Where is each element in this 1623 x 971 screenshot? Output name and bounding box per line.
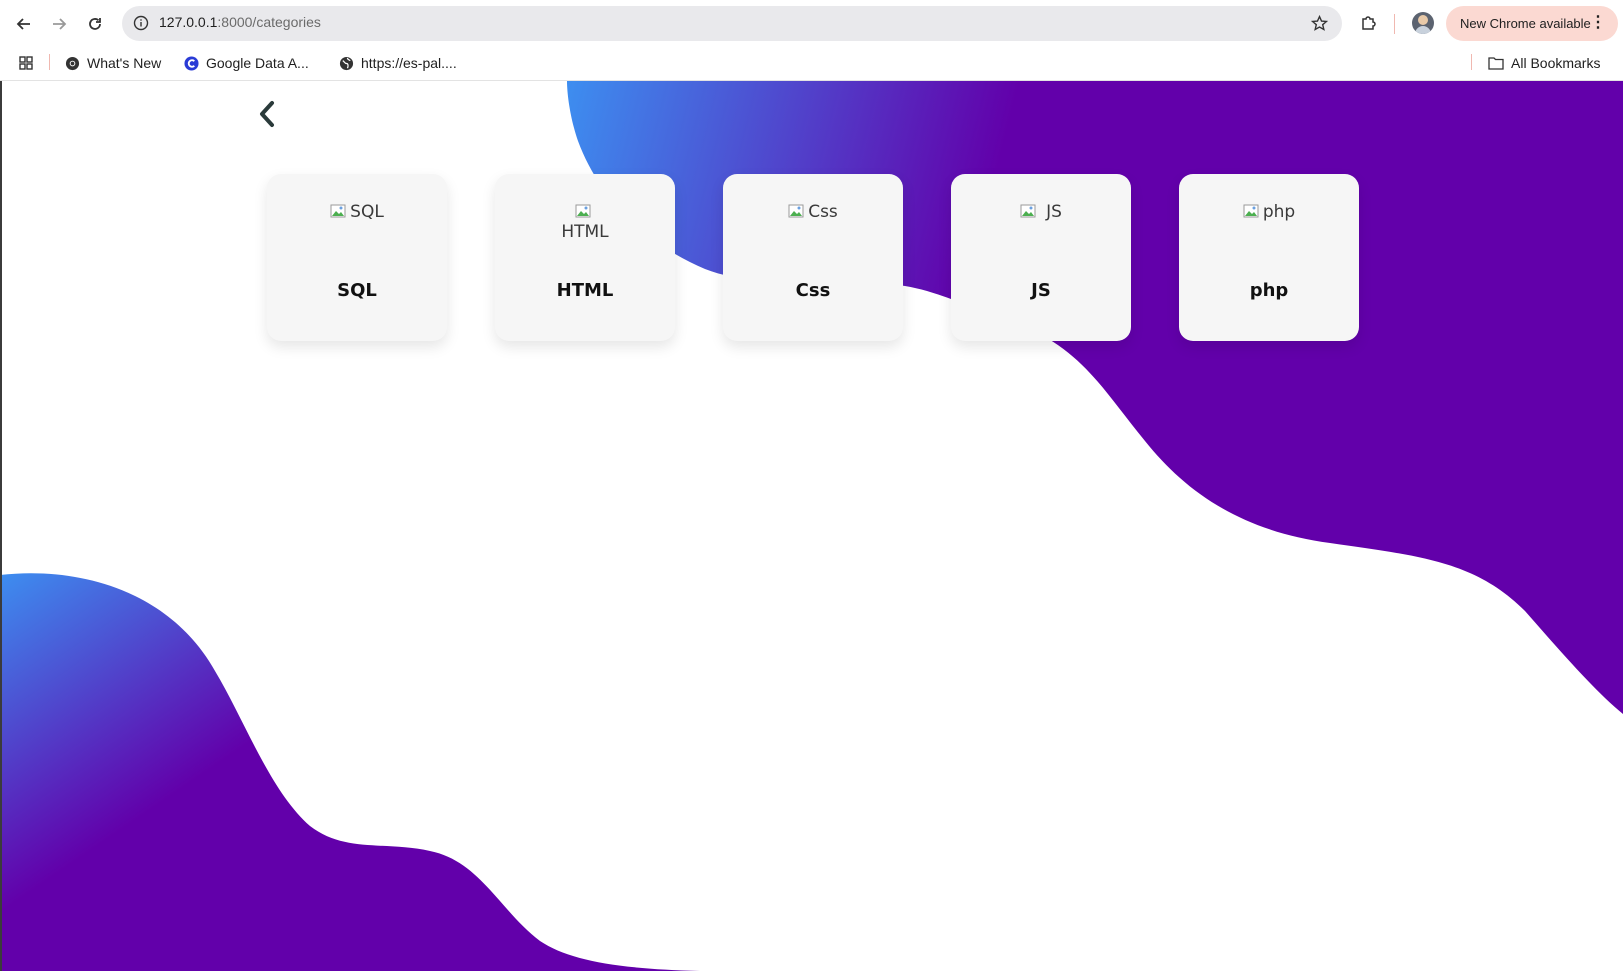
reload-icon — [89, 18, 101, 30]
all-bookmarks-button[interactable]: All Bookmarks — [1488, 52, 1600, 74]
arrow-right-icon — [53, 18, 67, 30]
category-image: SQL — [267, 202, 447, 242]
bookmark-es-pal[interactable]: https://es-pal.... — [338, 52, 457, 74]
category-card-js[interactable]: JS JS — [951, 174, 1131, 341]
toolbar-divider — [1394, 14, 1395, 34]
image-alt-text: Css — [808, 202, 838, 222]
category-image: Css — [723, 202, 903, 242]
category-card-html[interactable]: HTML HTML — [495, 174, 675, 341]
apps-grid-icon — [19, 56, 33, 70]
category-grid: SQL SQL HTML HTML Css Css JS JS php php — [267, 174, 1367, 344]
url-text: 127.0.0.1:8000/categories — [159, 14, 321, 30]
folder-icon — [1488, 55, 1504, 71]
menu-kebab-icon[interactable]: ⋮ — [1590, 14, 1606, 32]
url-host: 127.0.0.1 — [159, 14, 218, 30]
category-image: HTML — [525, 202, 645, 242]
category-label: JS — [1031, 280, 1051, 301]
category-image: JS — [951, 202, 1131, 242]
browser-chrome: 127.0.0.1:8000/categories New Chrome ava… — [0, 0, 1623, 81]
category-label: SQL — [337, 280, 377, 301]
apps-grid-button[interactable] — [18, 52, 34, 74]
bottom-left-wave — [0, 573, 700, 971]
back-button[interactable] — [254, 97, 280, 131]
category-card-php[interactable]: php php — [1179, 174, 1359, 341]
google-c-icon — [183, 55, 199, 71]
category-label: HTML — [556, 280, 614, 301]
category-card-sql[interactable]: SQL SQL — [267, 174, 447, 341]
address-bar[interactable]: 127.0.0.1:8000/categories — [122, 6, 1342, 41]
categories-page: SQL SQL HTML HTML Css Css JS JS php php — [0, 81, 1623, 971]
all-bookmarks-label: All Bookmarks — [1511, 55, 1601, 71]
category-card-css[interactable]: Css Css — [723, 174, 903, 341]
image-alt-text: SQL — [350, 202, 384, 222]
category-image: php — [1179, 202, 1359, 242]
image-alt-text: JS — [1046, 202, 1062, 222]
chrome-icon — [64, 55, 80, 71]
profile-avatar[interactable] — [1412, 12, 1434, 34]
puzzle-icon — [1362, 16, 1376, 30]
image-alt-text: php — [1262, 202, 1296, 222]
update-label: New Chrome available — [1460, 16, 1591, 31]
broken-image-icon — [1243, 203, 1259, 219]
bookmark-label: Google Data A... — [206, 55, 309, 71]
broken-image-icon — [788, 203, 804, 219]
broken-image-icon — [1020, 203, 1036, 219]
forward-nav-button[interactable] — [45, 10, 73, 38]
category-label: php — [1249, 280, 1289, 301]
extensions-button[interactable] — [1356, 10, 1382, 36]
broken-image-icon — [330, 203, 346, 219]
site-info-icon[interactable] — [130, 12, 152, 34]
bookmarks-divider — [1471, 54, 1472, 70]
bookmark-label: https://es-pal.... — [361, 55, 457, 71]
image-alt-text: HTML — [561, 222, 609, 242]
url-path: :8000/categories — [217, 14, 321, 30]
chevron-left-icon — [260, 101, 274, 127]
globe-icon — [338, 55, 354, 71]
bookmark-whats-new[interactable]: What's New — [64, 52, 161, 74]
reload-button[interactable] — [81, 10, 109, 38]
window-left-edge — [0, 81, 2, 971]
back-nav-button[interactable] — [10, 10, 38, 38]
broken-image-icon — [575, 203, 591, 219]
arrow-left-icon — [16, 18, 30, 30]
category-label: Css — [795, 280, 831, 301]
bookmark-google-data[interactable]: Google Data A... — [183, 52, 309, 74]
bookmark-star-icon[interactable] — [1308, 12, 1330, 34]
chrome-update-button[interactable]: New Chrome available ⋮ — [1446, 6, 1618, 41]
browser-toolbar: 127.0.0.1:8000/categories New Chrome ava… — [0, 0, 1623, 46]
bookmark-label: What's New — [87, 55, 162, 71]
bookmarks-divider — [49, 54, 50, 70]
